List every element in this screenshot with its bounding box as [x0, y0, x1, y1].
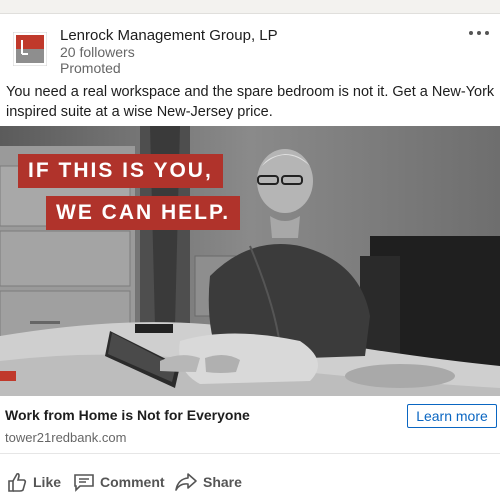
company-logo[interactable]	[12, 31, 48, 67]
post-header: Lenrock Management Group, LP 20 follower…	[0, 14, 500, 82]
share-arrow-icon	[175, 473, 197, 491]
post-body-text: You need a real workspace and the spare …	[6, 84, 495, 120]
ad-headline-line1: IF THIS IS YOU,	[18, 154, 223, 188]
top-edge-bar	[0, 0, 500, 14]
link-title[interactable]: Work from Home is Not for Everyone	[5, 407, 250, 423]
link-domain: tower21redbank.com	[5, 430, 127, 445]
more-options-icon[interactable]	[466, 26, 492, 40]
learn-more-button[interactable]: Learn more	[407, 404, 497, 428]
like-label: Like	[33, 474, 62, 490]
comment-label: Comment	[100, 474, 165, 490]
share-label: Share	[203, 474, 242, 490]
like-button[interactable]: Like	[6, 470, 61, 494]
follower-count: 20 followers	[60, 44, 135, 60]
ad-image[interactable]: IF THIS IS YOU, WE CAN HELP.	[0, 126, 500, 396]
link-preview[interactable]: Work from Home is Not for Everyone tower…	[0, 396, 500, 454]
thumbs-up-icon	[8, 472, 27, 492]
promoted-label: Promoted	[60, 60, 121, 76]
comment-icon	[74, 474, 94, 492]
share-button[interactable]: Share	[174, 470, 242, 494]
comment-button[interactable]: Comment	[73, 470, 165, 494]
ad-headline-line2: WE CAN HELP.	[46, 196, 241, 230]
company-name[interactable]: Lenrock Management Group, LP	[60, 27, 278, 44]
social-actions-bar: Like Comment Share	[0, 464, 500, 500]
